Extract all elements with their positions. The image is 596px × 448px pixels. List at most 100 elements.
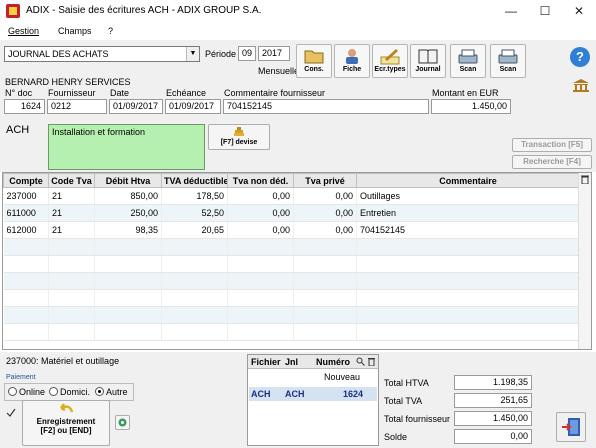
exit-button[interactable]: [556, 412, 586, 442]
cell-tva-prive[interactable]: 0,00: [293, 187, 357, 205]
col-debit-htva[interactable]: Débit Htva: [94, 173, 162, 188]
cell-code-tva[interactable]: 21: [48, 204, 95, 222]
trash-icon[interactable]: [580, 174, 590, 184]
cell-debit[interactable]: 850,00: [94, 187, 162, 205]
table-row[interactable]: 612000 21 98,35 20,65 0,00 0,00 70415214…: [3, 221, 580, 239]
table-row[interactable]: [3, 323, 580, 341]
col-tva-non-ded[interactable]: Tva non déd.: [227, 173, 294, 188]
table-row[interactable]: [3, 306, 580, 324]
date-field[interactable]: 01/09/2017: [109, 99, 163, 114]
cell-compte[interactable]: 612000: [3, 221, 49, 239]
cell-commentaire[interactable]: Entretien: [356, 204, 580, 222]
echeance-field[interactable]: 01/09/2017: [165, 99, 221, 114]
col-code-tva[interactable]: Code Tva: [48, 173, 95, 188]
devise-button[interactable]: [F7] devise: [208, 124, 270, 150]
paiement-label: Paiement: [6, 374, 36, 381]
journal-select[interactable]: JOURNAL DES ACHATS ▼: [4, 46, 200, 62]
trash-icon[interactable]: [367, 357, 376, 366]
menu-help[interactable]: ?: [108, 26, 113, 36]
cell-compte[interactable]: 611000: [3, 204, 49, 222]
scanner-icon: [498, 49, 518, 64]
periode-year-field[interactable]: 2017: [258, 46, 290, 61]
cell-tva-ded[interactable]: 178,50: [161, 187, 228, 205]
chevron-down-icon: ▼: [186, 47, 199, 61]
cell-compte[interactable]: 237000: [3, 187, 49, 205]
ecrtypes-button[interactable]: Ecr.types: [372, 44, 408, 78]
radio-autre-circle[interactable]: [95, 387, 104, 396]
radio-online[interactable]: Online: [8, 387, 45, 397]
col-tva-deductible[interactable]: TVA déductible: [161, 173, 228, 188]
table-row[interactable]: 611000 21 250,00 52,50 0,00 0,00 Entreti…: [3, 204, 580, 222]
fournisseur-field[interactable]: 0212: [47, 99, 107, 114]
radio-domici-circle[interactable]: [49, 387, 58, 396]
col-tva-prive[interactable]: Tva privé: [293, 173, 357, 188]
table-row[interactable]: [3, 289, 580, 307]
journal-select-value: JOURNAL DES ACHATS: [8, 49, 109, 59]
coins-icon: [234, 127, 244, 136]
scan-button-2[interactable]: Scan: [490, 44, 526, 78]
cell-numero: 1624: [342, 389, 363, 399]
montant-field[interactable]: 1.450,00: [431, 99, 511, 114]
cell-tva-ded[interactable]: 52,50: [161, 204, 228, 222]
journal-list[interactable]: Fichier Jnl Numéro Nouveau ACH ACH 1624: [247, 354, 379, 446]
bank-icon[interactable]: [572, 78, 590, 92]
cell-tva-ded[interactable]: 20,65: [161, 221, 228, 239]
periode-month-field[interactable]: 09: [238, 46, 256, 61]
supplier-name: BERNARD HENRY SERVICES: [5, 77, 131, 87]
radio-online-circle[interactable]: [8, 387, 17, 396]
minimize-button[interactable]: —: [496, 2, 526, 20]
app-icon: [6, 4, 20, 18]
total-htva-label: Total HTVA: [384, 378, 429, 388]
recherche-button[interactable]: Recherche [F4]: [512, 155, 592, 169]
recherche-button-label: Recherche [F4]: [523, 157, 581, 166]
help-icon[interactable]: ?: [570, 47, 590, 67]
close-button[interactable]: ✕: [564, 2, 594, 20]
maximize-button[interactable]: ☐: [530, 2, 560, 20]
radio-autre[interactable]: Autre: [95, 387, 128, 397]
table-row[interactable]: [3, 255, 580, 273]
search-icon[interactable]: [356, 357, 365, 366]
table-row[interactable]: 237000 21 850,00 178,50 0,00 0,00 Outill…: [3, 187, 580, 205]
paiement-group: Online Domici. Autre: [4, 383, 134, 401]
table-row[interactable]: [3, 238, 580, 256]
cell-tva-non-ded[interactable]: 0,00: [227, 221, 294, 239]
cell-tva-non-ded[interactable]: 0,00: [227, 204, 294, 222]
cons-button[interactable]: Cons.: [296, 44, 332, 78]
description-field[interactable]: Installation et formation: [48, 124, 205, 170]
attach-button[interactable]: [115, 415, 130, 430]
menu-gestion[interactable]: Gestion: [8, 26, 39, 36]
cell-code-tva[interactable]: 21: [48, 187, 95, 205]
fiche-button[interactable]: Fiche: [334, 44, 370, 78]
devise-button-label: [F7] devise: [220, 139, 258, 146]
grid-header-row: Compte Code Tva Débit Htva TVA déductibl…: [3, 173, 580, 188]
radio-domici[interactable]: Domici.: [49, 387, 90, 397]
grid-scrollbar[interactable]: [578, 173, 591, 349]
transaction-button[interactable]: Transaction [F5]: [512, 138, 592, 152]
montant-label: Montant en EUR: [432, 88, 499, 98]
radio-autre-label: Autre: [106, 387, 128, 397]
cell-tva-prive[interactable]: 0,00: [293, 204, 357, 222]
cell-tva-non-ded[interactable]: 0,00: [227, 187, 294, 205]
entries-grid[interactable]: Compte Code Tva Débit Htva TVA déductibl…: [2, 172, 592, 350]
cell-code-tva[interactable]: 21: [48, 221, 95, 239]
cell-debit[interactable]: 98,35: [94, 221, 162, 239]
cell-tva-prive[interactable]: 0,00: [293, 221, 357, 239]
cell-debit[interactable]: 250,00: [94, 204, 162, 222]
solde-value: 0,00: [454, 429, 532, 444]
doc-field[interactable]: 1624: [4, 99, 45, 114]
ecrtypes-button-label: Ecr.types: [374, 66, 406, 73]
solde-label: Solde: [384, 432, 408, 442]
col-commentaire[interactable]: Commentaire: [356, 173, 580, 188]
cell-commentaire[interactable]: Outillages: [356, 187, 580, 205]
scan-button-1[interactable]: Scan: [450, 44, 486, 78]
enregistrement-button[interactable]: Enregistrement [F2] ou [END]: [22, 400, 110, 446]
journal-list-row[interactable]: ACH ACH 1624: [249, 387, 377, 401]
journal-button[interactable]: Journal: [410, 44, 446, 78]
cell-fichier: ACH: [251, 389, 271, 399]
scanner-icon: [458, 49, 478, 64]
menu-champs[interactable]: Champs: [58, 26, 92, 36]
table-row[interactable]: [3, 272, 580, 290]
commentaire-field[interactable]: 704152145: [223, 99, 429, 114]
cell-commentaire[interactable]: 704152145: [356, 221, 580, 239]
col-compte[interactable]: Compte: [3, 173, 49, 188]
